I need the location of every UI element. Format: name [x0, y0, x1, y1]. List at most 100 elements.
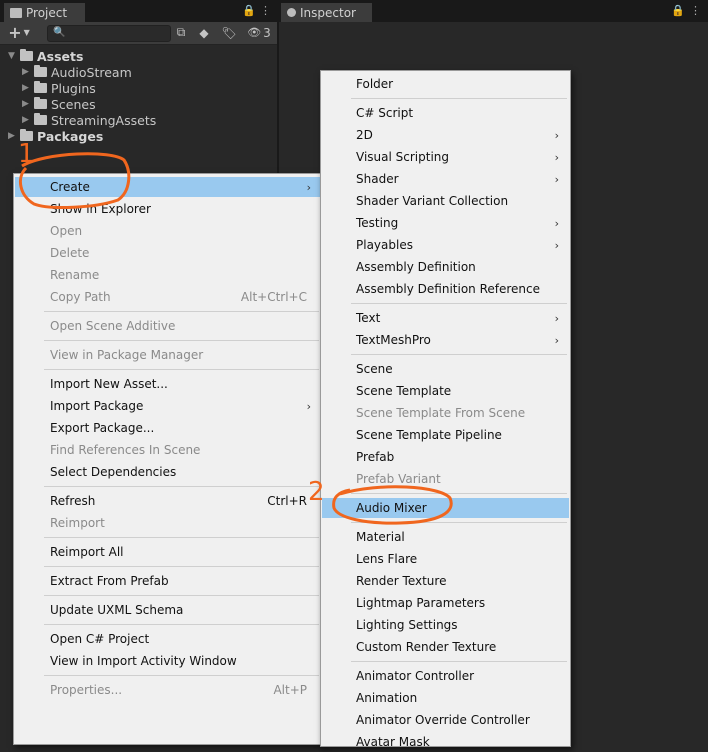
menu-item-find-references-in-scene[interactable]: Find References In Scene: [15, 440, 321, 460]
expand-right-icon[interactable]: ▶: [22, 99, 34, 109]
kebab-menu-icon[interactable]: ⋮: [260, 4, 271, 17]
menu-item-label: Animator Controller: [356, 669, 475, 683]
lock-icon[interactable]: 🔒: [671, 4, 685, 17]
menu-item-audio-mixer[interactable]: Audio Mixer: [322, 498, 569, 518]
menu-item-text[interactable]: Text ›: [322, 308, 569, 328]
filter-by-label-button[interactable]: 🏷: [220, 24, 238, 41]
menu-item-update-uxml-schema[interactable]: Update UXML Schema: [15, 600, 321, 620]
menu-item-label: Prefab Variant: [356, 472, 441, 486]
tree-item-1[interactable]: ▶ AudioStream: [22, 64, 132, 80]
tab-project-label: Project: [26, 5, 68, 20]
expand-right-icon[interactable]: ▶: [8, 131, 20, 141]
menu-item-refresh[interactable]: Refresh Ctrl+R: [15, 491, 321, 511]
kebab-menu-icon[interactable]: ⋮: [690, 4, 701, 17]
menu-item-scene[interactable]: Scene: [322, 359, 569, 379]
lock-icon[interactable]: 🔒: [242, 4, 256, 17]
menu-item-rename[interactable]: Rename: [15, 265, 321, 285]
menu-item-copy-path[interactable]: Copy Path Alt+Ctrl+C: [15, 287, 321, 307]
chevron-right-icon: ›: [306, 399, 311, 413]
menu-item-scene-template[interactable]: Scene Template: [322, 381, 569, 401]
menu-item-import-new-asset[interactable]: Import New Asset...: [15, 374, 321, 394]
menu-separator: [44, 566, 319, 567]
expand-right-icon[interactable]: ▶: [22, 67, 34, 77]
menu-item-animation[interactable]: Animation: [322, 688, 569, 708]
menu-item-scene-template-from-scene[interactable]: Scene Template From Scene: [322, 403, 569, 423]
search-input[interactable]: 🔍: [47, 25, 171, 42]
expand-right-icon[interactable]: ▶: [22, 115, 34, 125]
menu-item-label: Assembly Definition Reference: [356, 282, 541, 296]
menu-item-animator-override-controller[interactable]: Animator Override Controller: [322, 710, 569, 730]
tree-item-2[interactable]: ▶ Plugins: [22, 80, 96, 96]
menu-item-prefab[interactable]: Prefab: [322, 447, 569, 467]
menu-item-testing[interactable]: Testing ›: [322, 213, 569, 233]
menu-item-label: View in Package Manager: [50, 348, 204, 362]
tree-item-3[interactable]: ▶ Scenes: [22, 96, 96, 112]
menu-item-custom-render-texture[interactable]: Custom Render Texture: [322, 637, 569, 657]
menu-item-label: Export Package...: [50, 421, 155, 435]
menu-item-label: Animator Override Controller: [356, 713, 530, 727]
expand-down-icon[interactable]: ▼: [8, 51, 20, 61]
search-by-type-button[interactable]: ⧉: [173, 24, 189, 41]
project-toolbar: + ▼ 🔍 ⧉ ◆ 🏷 👁 3: [0, 22, 277, 45]
menu-item-2d[interactable]: 2D ›: [322, 125, 569, 145]
menu-item-visual-scripting[interactable]: Visual Scripting ›: [322, 147, 569, 167]
menu-item-shader-variant-collection[interactable]: Shader Variant Collection: [322, 191, 569, 211]
filter-icon: ⧉: [176, 25, 186, 39]
plus-icon: +: [8, 23, 22, 42]
menu-item-properties[interactable]: Properties... Alt+P: [15, 680, 321, 700]
menu-item-label: Lens Flare: [356, 552, 418, 566]
menu-item-reimport[interactable]: Reimport: [15, 513, 321, 533]
menu-item-render-texture[interactable]: Render Texture: [322, 571, 569, 591]
menu-item-animator-controller[interactable]: Animator Controller: [322, 666, 569, 686]
menu-item-open[interactable]: Open: [15, 221, 321, 241]
menu-item-textmeshpro[interactable]: TextMeshPro ›: [322, 330, 569, 350]
menu-item-assembly-definition-reference[interactable]: Assembly Definition Reference: [322, 279, 569, 299]
menu-item-reimport-all[interactable]: Reimport All: [15, 542, 321, 562]
chevron-right-icon: ›: [554, 311, 559, 325]
tree-item-5[interactable]: ▶ Packages: [8, 128, 103, 144]
expand-right-icon[interactable]: ▶: [22, 83, 34, 93]
tab-inspector[interactable]: Inspector: [281, 3, 372, 22]
menu-item-prefab-variant[interactable]: Prefab Variant: [322, 469, 569, 489]
menu-item-delete[interactable]: Delete: [15, 243, 321, 263]
tree-item-label: Scenes: [51, 96, 96, 112]
menu-item-playables[interactable]: Playables ›: [322, 235, 569, 255]
menu-item-show-in-explorer[interactable]: Show in Explorer: [15, 199, 321, 219]
menu-item-create[interactable]: Create ›: [15, 177, 321, 197]
hidden-packages-button[interactable]: 👁 3: [244, 24, 274, 41]
menu-item-label: Properties...: [50, 683, 123, 697]
menu-item-open-scene-additive[interactable]: Open Scene Additive: [15, 316, 321, 336]
menu-item-scene-template-pipeline[interactable]: Scene Template Pipeline: [322, 425, 569, 445]
folder-icon: [10, 7, 22, 18]
menu-item-assembly-definition[interactable]: Assembly Definition: [322, 257, 569, 277]
tab-project[interactable]: Project: [4, 3, 85, 22]
menu-item-extract-from-prefab[interactable]: Extract From Prefab: [15, 571, 321, 591]
menu-item-view-in-import-activity-window[interactable]: View in Import Activity Window: [15, 651, 321, 671]
menu-item-shortcut: Ctrl+R: [267, 494, 307, 508]
filter-by-type-button[interactable]: ◆: [195, 24, 213, 41]
tree-item-4[interactable]: ▶ StreamingAssets: [22, 112, 156, 128]
add-button[interactable]: + ▼: [6, 23, 32, 42]
menu-item-shader[interactable]: Shader ›: [322, 169, 569, 189]
menu-item-export-package[interactable]: Export Package...: [15, 418, 321, 438]
menu-item-import-package[interactable]: Import Package ›: [15, 396, 321, 416]
menu-item-label: Avatar Mask: [356, 735, 430, 749]
menu-item-material[interactable]: Material: [322, 527, 569, 547]
menu-item-label: 2D: [356, 128, 373, 142]
tree-item-0[interactable]: ▼ Assets: [8, 48, 83, 64]
menu-item-lens-flare[interactable]: Lens Flare: [322, 549, 569, 569]
menu-item-lighting-settings[interactable]: Lighting Settings: [322, 615, 569, 635]
tree-item-label: Packages: [37, 128, 104, 144]
menu-item-select-dependencies[interactable]: Select Dependencies: [15, 462, 321, 482]
menu-item-lightmap-parameters[interactable]: Lightmap Parameters: [322, 593, 569, 613]
tree-item-label: StreamingAssets: [51, 112, 157, 128]
menu-item-view-in-package-manager[interactable]: View in Package Manager: [15, 345, 321, 365]
menu-item-label: Scene Template From Scene: [356, 406, 526, 420]
menu-item-open-c-project[interactable]: Open C# Project: [15, 629, 321, 649]
menu-item-folder[interactable]: Folder: [322, 74, 569, 94]
menu-item-label: Copy Path: [50, 290, 111, 304]
menu-item-label: Refresh: [50, 494, 96, 508]
menu-item-c-script[interactable]: C# Script: [322, 103, 569, 123]
chevron-right-icon: ›: [306, 180, 311, 194]
menu-item-avatar-mask[interactable]: Avatar Mask: [322, 732, 569, 752]
